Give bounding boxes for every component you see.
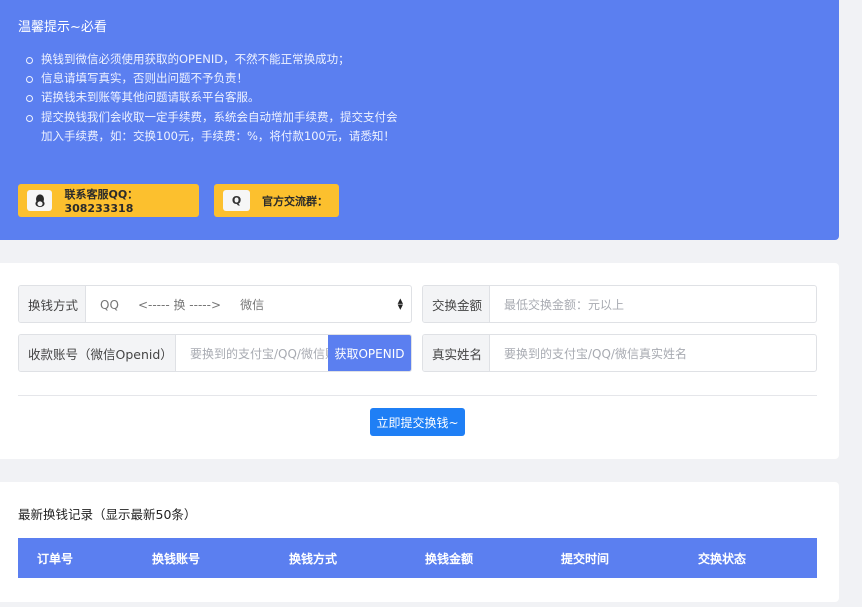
account-label: 收款账号（微信Openid）: [19, 335, 176, 371]
notice-title: 温馨提示~必看: [18, 20, 107, 35]
column-header: 换钱账号: [152, 552, 201, 566]
column-header: 换钱方式: [289, 552, 338, 566]
q-icon: Q: [223, 190, 250, 211]
get-openid-button[interactable]: 获取OPENID: [328, 335, 411, 371]
column-header: 交换状态: [698, 552, 747, 566]
account-group: 收款账号（微信Openid） 要换到的支付宝/QQ/微信账号 获取OPENID: [18, 334, 412, 372]
exchange-form-card: 换钱方式 QQ <----- 换 -----> 微信 ▲ ▼ 交换金额 最低交换金…: [0, 263, 839, 459]
method-select-group[interactable]: 换钱方式 QQ <----- 换 -----> 微信 ▲ ▼: [18, 285, 412, 323]
notice-list: 换钱到微信必须使用获取的OPENID，不然不能正常换成功； 信息请填写真实，否则…: [24, 50, 404, 146]
notice-item: 提交换钱我们会收取一定手续费，系统会自动增加手续费，提交支付会加入手续费，如：交…: [24, 108, 404, 146]
column-header: 换钱金额: [425, 552, 474, 566]
records-table-header: 订单号 换钱账号 换钱方式 换钱金额 提交时间 交换状态: [18, 538, 817, 578]
method-select[interactable]: QQ <----- 换 -----> 微信: [86, 286, 411, 322]
penguin-icon: [27, 190, 53, 211]
name-input[interactable]: 要换到的支付宝/QQ/微信真实姓名: [490, 335, 816, 371]
amount-label: 交换金额: [423, 286, 490, 322]
name-group: 真实姓名 要换到的支付宝/QQ/微信真实姓名: [422, 334, 817, 372]
submit-button[interactable]: 立即提交换钱~: [370, 408, 465, 436]
select-caret-icon: ▲ ▼: [397, 297, 403, 311]
contact-qq-label: 联系客服QQ：308233318: [64, 188, 139, 215]
name-label: 真实姓名: [423, 335, 490, 371]
amount-group: 交换金额 最低交换金额：元以上: [422, 285, 817, 323]
notice-banner: 温馨提示~必看 换钱到微信必须使用获取的OPENID，不然不能正常换成功； 信息…: [0, 0, 839, 240]
amount-input[interactable]: 最低交换金额：元以上: [490, 286, 816, 322]
official-group-button[interactable]: Q 官方交流群：: [214, 184, 339, 217]
contact-qq-button[interactable]: 联系客服QQ：308233318: [18, 184, 199, 217]
records-card: 最新换钱记录（显示最新50条） 订单号 换钱账号 换钱方式 换钱金额 提交时间 …: [0, 482, 839, 602]
column-header: 订单号: [37, 552, 74, 566]
divider: [18, 395, 817, 396]
official-group-label: 官方交流群：: [262, 194, 328, 208]
notice-item: 诺换钱未到账等其他问题请联系平台客服。: [24, 88, 404, 107]
method-label: 换钱方式: [19, 286, 86, 322]
notice-item: 换钱到微信必须使用获取的OPENID，不然不能正常换成功；: [24, 50, 404, 69]
notice-item: 信息请填写真实，否则出问题不予负责！: [24, 69, 404, 88]
account-input[interactable]: 要换到的支付宝/QQ/微信账号: [176, 335, 328, 371]
column-header: 提交时间: [561, 552, 610, 566]
records-title: 最新换钱记录（显示最新50条）: [18, 507, 197, 522]
